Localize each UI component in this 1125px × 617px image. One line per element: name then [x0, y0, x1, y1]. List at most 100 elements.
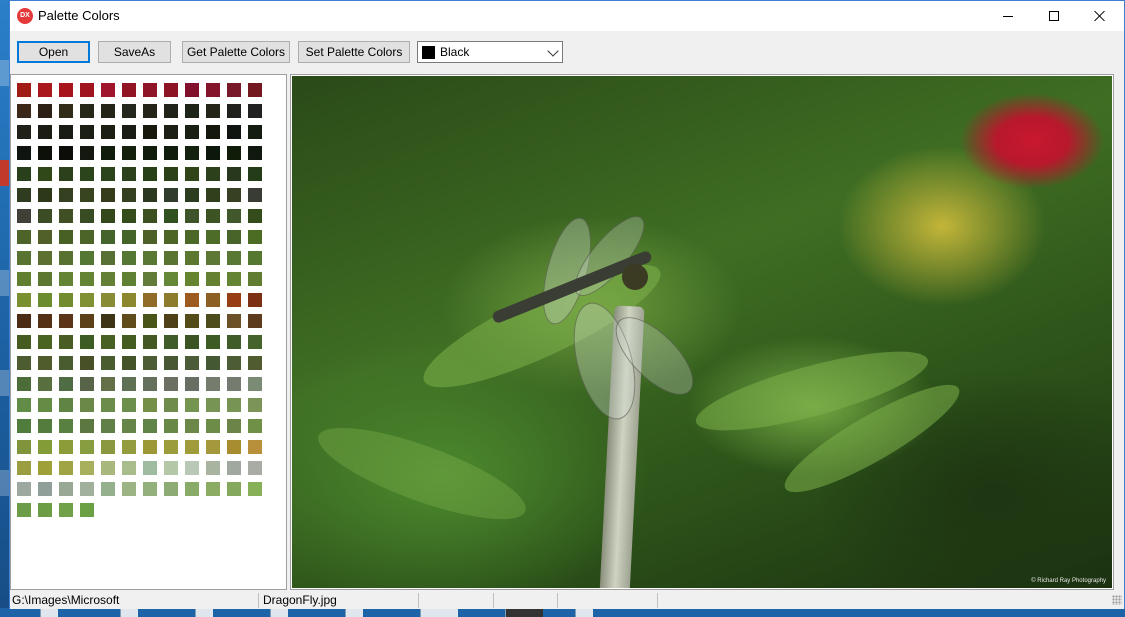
palette-swatch[interactable] — [80, 251, 94, 265]
palette-swatch[interactable] — [101, 461, 115, 475]
palette-swatch[interactable] — [59, 398, 73, 412]
palette-swatch[interactable] — [185, 314, 199, 328]
palette-swatch[interactable] — [164, 146, 178, 160]
palette-swatch[interactable] — [164, 314, 178, 328]
open-button[interactable]: Open — [17, 41, 90, 63]
palette-swatch[interactable] — [101, 419, 115, 433]
palette-swatch[interactable] — [122, 146, 136, 160]
palette-swatch[interactable] — [59, 83, 73, 97]
palette-swatch[interactable] — [80, 104, 94, 118]
palette-swatch[interactable] — [59, 188, 73, 202]
palette-swatch[interactable] — [101, 188, 115, 202]
resize-grip[interactable] — [1112, 595, 1122, 605]
get-palette-colors-button[interactable]: Get Palette Colors — [182, 41, 290, 63]
desktop-icon[interactable] — [575, 608, 593, 617]
palette-swatch[interactable] — [59, 335, 73, 349]
palette-swatch[interactable] — [59, 125, 73, 139]
palette-swatch[interactable] — [17, 503, 31, 517]
palette-swatch[interactable] — [206, 482, 220, 496]
palette-swatch[interactable] — [122, 209, 136, 223]
palette-swatch[interactable] — [59, 293, 73, 307]
palette-swatch[interactable] — [122, 167, 136, 181]
palette-swatch[interactable] — [143, 419, 157, 433]
title-bar[interactable]: DX Palette Colors — [10, 1, 1124, 31]
palette-swatch[interactable] — [38, 377, 52, 391]
minimize-button[interactable] — [985, 1, 1031, 31]
palette-swatch[interactable] — [206, 335, 220, 349]
palette-swatch[interactable] — [248, 272, 262, 286]
palette-swatch[interactable] — [227, 104, 241, 118]
palette-swatch[interactable] — [227, 461, 241, 475]
desktop-icon[interactable] — [345, 608, 363, 617]
palette-swatch[interactable] — [17, 209, 31, 223]
palette-swatch[interactable] — [164, 377, 178, 391]
palette-swatch[interactable] — [143, 377, 157, 391]
palette-swatch[interactable] — [227, 377, 241, 391]
palette-swatch[interactable] — [143, 272, 157, 286]
palette-swatch[interactable] — [80, 503, 94, 517]
palette-swatch[interactable] — [206, 230, 220, 244]
palette-swatch[interactable] — [248, 398, 262, 412]
palette-swatch[interactable] — [59, 167, 73, 181]
palette-swatch[interactable] — [101, 83, 115, 97]
color-dropdown[interactable]: Black — [417, 41, 563, 63]
palette-swatch[interactable] — [164, 272, 178, 286]
palette-swatch[interactable] — [227, 83, 241, 97]
palette-swatch[interactable] — [185, 377, 199, 391]
palette-swatch[interactable] — [38, 461, 52, 475]
palette-swatch[interactable] — [101, 251, 115, 265]
palette-swatch[interactable] — [17, 104, 31, 118]
palette-swatch[interactable] — [101, 104, 115, 118]
palette-swatch[interactable] — [59, 209, 73, 223]
palette-swatch[interactable] — [80, 167, 94, 181]
palette-swatch[interactable] — [206, 188, 220, 202]
palette-swatch[interactable] — [101, 335, 115, 349]
palette-swatch[interactable] — [227, 440, 241, 454]
palette-swatch[interactable] — [38, 398, 52, 412]
close-button[interactable] — [1077, 1, 1123, 31]
palette-swatch[interactable] — [38, 335, 52, 349]
palette-swatch[interactable] — [38, 356, 52, 370]
palette-swatch[interactable] — [164, 188, 178, 202]
palette-swatch[interactable] — [164, 209, 178, 223]
palette-swatch[interactable] — [122, 335, 136, 349]
palette-swatch[interactable] — [206, 209, 220, 223]
palette-swatch[interactable] — [59, 482, 73, 496]
palette-swatch[interactable] — [17, 356, 31, 370]
palette-swatch[interactable] — [248, 461, 262, 475]
palette-swatch[interactable] — [248, 167, 262, 181]
palette-swatch[interactable] — [206, 146, 220, 160]
desktop-icon[interactable] — [0, 160, 9, 186]
palette-swatch[interactable] — [122, 356, 136, 370]
palette-swatch[interactable] — [17, 314, 31, 328]
palette-swatch[interactable] — [101, 482, 115, 496]
palette-swatch[interactable] — [122, 230, 136, 244]
palette-swatch[interactable] — [164, 230, 178, 244]
palette-swatch[interactable] — [206, 293, 220, 307]
palette-swatch[interactable] — [143, 125, 157, 139]
palette-swatch[interactable] — [185, 146, 199, 160]
saveas-button[interactable]: SaveAs — [98, 41, 171, 63]
palette-swatch[interactable] — [80, 419, 94, 433]
desktop-icon[interactable] — [0, 470, 9, 496]
palette-swatch[interactable] — [38, 272, 52, 286]
palette-swatch[interactable] — [38, 503, 52, 517]
palette-swatch[interactable] — [185, 440, 199, 454]
palette-swatch[interactable] — [143, 167, 157, 181]
palette-swatch[interactable] — [206, 125, 220, 139]
palette-swatch[interactable] — [122, 419, 136, 433]
palette-swatch[interactable] — [122, 251, 136, 265]
palette-swatch[interactable] — [185, 83, 199, 97]
palette-swatch[interactable] — [164, 167, 178, 181]
palette-swatch[interactable] — [80, 146, 94, 160]
palette-swatch[interactable] — [143, 482, 157, 496]
desktop-icon[interactable] — [270, 608, 288, 617]
palette-swatch[interactable] — [185, 461, 199, 475]
palette-swatch[interactable] — [206, 377, 220, 391]
palette-swatch[interactable] — [143, 440, 157, 454]
palette-swatch[interactable] — [185, 125, 199, 139]
palette-swatch[interactable] — [206, 419, 220, 433]
palette-swatch[interactable] — [101, 146, 115, 160]
palette-swatch[interactable] — [143, 83, 157, 97]
palette-swatch[interactable] — [38, 209, 52, 223]
